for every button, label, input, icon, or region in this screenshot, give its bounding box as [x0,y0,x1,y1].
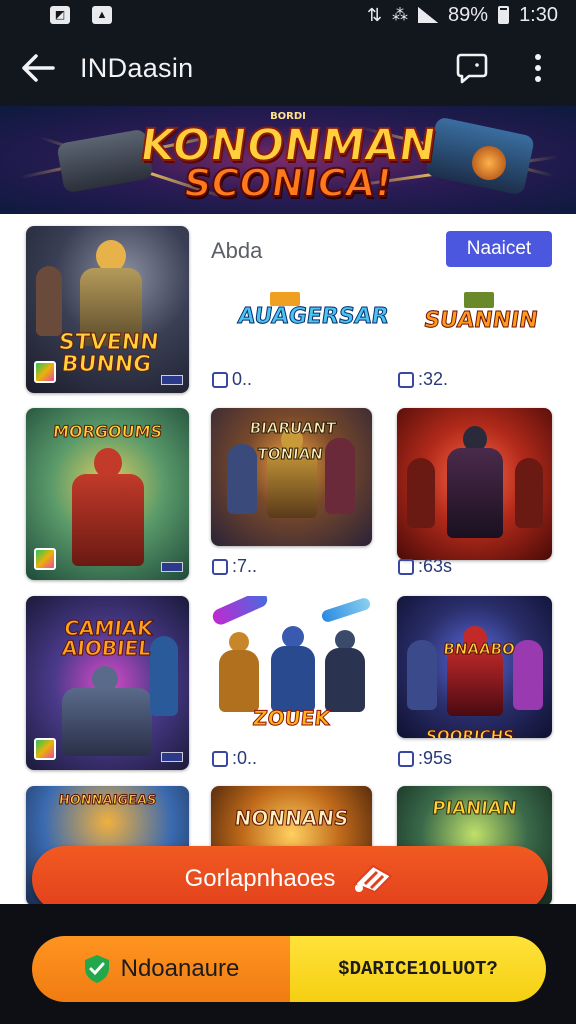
game-logo: NONNANS [233,806,350,831]
primary-action-button[interactable]: Gorlapnhaoes [32,846,548,912]
platform-badge-icon [34,738,56,760]
platform-badge-icon [34,548,56,570]
banner-logo: BORDI KONONMAN SCONICA! [136,111,440,207]
game-logo: BIARUANT TONIAN [248,419,338,464]
signal-icon [418,7,439,23]
duration-icon [398,750,414,767]
game-logo: MORGOUMS [52,422,164,442]
platform-badge-icon [34,361,56,383]
battery-icon [498,6,510,24]
duration-icon [398,371,414,388]
section-label: Abda [211,238,263,263]
battery-level: 89% [448,3,489,26]
game-tile[interactable]: BNAABO SOORICHS [397,596,552,738]
duration-icon [212,750,228,767]
chat-bubble-icon [456,53,488,84]
image-notification-icon: ◩ [50,6,70,24]
secure-action-button[interactable]: Ndoanaure [32,936,290,1002]
more-options-button[interactable] [520,50,556,86]
game-logo-suannin[interactable]: SUANNIN [422,308,540,334]
tile-meta: :95s [398,748,452,769]
app-bar: INDaasin [0,30,576,106]
status-bar: ◩ ▲ ⇅ ⁂ 89% 1:30 [0,0,576,30]
game-logo-auagersar[interactable]: AUAGERSAR [236,304,391,330]
duration-icon [212,371,228,388]
game-tile[interactable]: ZOUEK [211,596,372,734]
tile-meta: 0.. [212,369,252,390]
page-title: INDaasin [80,52,194,83]
game-tile[interactable]: STVENN BUNNG [26,226,189,393]
tile-meta: :7.. [212,556,257,577]
clock: 1:30 [519,3,558,26]
game-logo: BNAABO SOORICHS [425,640,517,739]
tile-meta: :63s [398,556,452,577]
back-button[interactable] [20,50,56,86]
tile-meta: :0.. [212,748,257,769]
sync-icon: ⇅ [366,4,383,25]
chat-button[interactable] [454,50,490,86]
duration-icon [212,558,228,575]
game-logo: ZOUEK [251,706,332,731]
game-tile[interactable]: MORGOUMS [26,408,189,580]
nfc-icon: ⁂ [392,7,409,24]
game-logo: CAMIAK AIOBIEL [60,616,155,661]
more-vertical-icon [535,54,541,82]
game-logo: HONNAIGEAS [57,793,158,809]
tile-meta: :32. [398,369,448,390]
promo-code-button[interactable]: $DARICE1OLUOT? [290,936,546,1002]
game-tile[interactable] [397,408,552,560]
arrow-left-icon [22,54,55,82]
game-tile[interactable]: CAMIAK AIOBIEL [26,596,189,770]
game-grid: Abda Naaicet STVENN BUNNG AUAGERSAR 0.. … [0,214,576,904]
filter-chip[interactable]: Naaicet [446,231,552,267]
game-logo: PIANIAN [431,798,519,820]
game-tile[interactable]: BIARUANT TONIAN [211,408,372,546]
promo-banner[interactable]: BORDI KONONMAN SCONICA! [0,106,576,214]
tag-icon [353,864,394,894]
duration-icon [398,558,414,575]
gallery-notification-icon: ▲ [92,6,112,24]
shield-check-icon [84,955,109,983]
